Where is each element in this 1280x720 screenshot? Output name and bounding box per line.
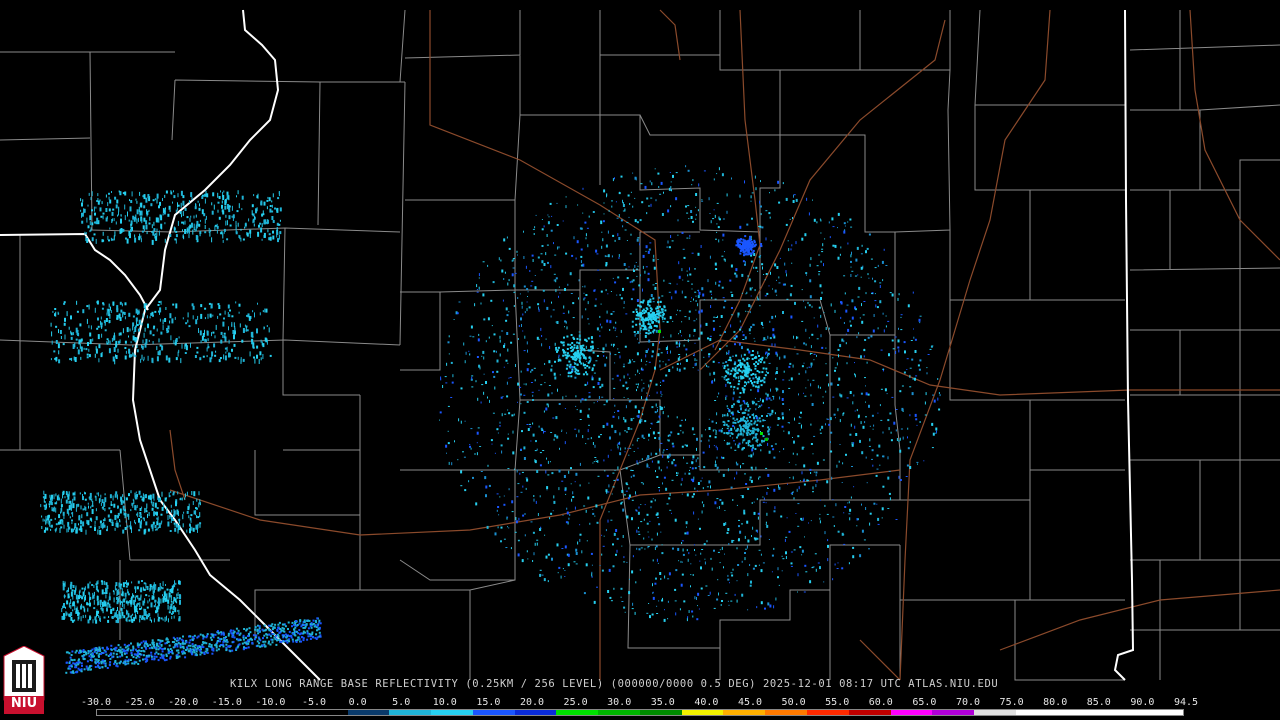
scale-label: -20.0	[168, 697, 199, 708]
colorbar-segment	[347, 710, 390, 715]
colorbar-segment	[180, 710, 223, 715]
colorbar-segment	[472, 710, 515, 715]
colorbar-segment	[848, 710, 891, 715]
county-boundaries	[0, 9, 1280, 681]
colorbar-segment	[1015, 710, 1058, 715]
scale-label: -15.0	[211, 697, 242, 708]
colorbar-segment	[389, 710, 432, 715]
state-boundaries	[0, 9, 1135, 681]
scale-label: -5.0	[301, 697, 327, 708]
scale-label: 20.0	[519, 697, 545, 708]
scale-label: 75.0	[999, 697, 1024, 708]
reflectivity-colorbar	[96, 709, 1184, 716]
colorbar-segment	[598, 710, 640, 715]
colorbar-segment	[556, 710, 599, 715]
colorbar-segment	[138, 710, 181, 715]
colorbar-segment	[974, 710, 1016, 715]
colorbar-segment	[1057, 710, 1100, 715]
scale-label: 25.0	[563, 697, 588, 708]
colorbar-segment	[264, 710, 306, 715]
scale-label: 70.0	[955, 697, 981, 708]
colorbar-segment	[723, 710, 766, 715]
scale-label: 50.0	[781, 697, 806, 708]
colorbar-segment	[639, 710, 682, 715]
scale-label: 35.0	[650, 697, 675, 708]
colorbar-segment	[681, 710, 724, 715]
scale-label: 10.0	[432, 697, 457, 708]
colorbar-segment	[1141, 710, 1183, 715]
scale-label: 40.0	[694, 697, 719, 708]
colorbar-segment	[807, 710, 849, 715]
scale-label: -10.0	[255, 697, 286, 708]
scale-label: -25.0	[124, 697, 155, 708]
scale-label: 15.0	[476, 697, 501, 708]
scale-label: 94.5	[1173, 697, 1199, 708]
scale-label: 0.0	[348, 697, 367, 708]
reflectivity-scale-labels: -30.0 -25.0 -20.0 -15.0 -10.0 -5.0 0.0 5.0 10.0 1…	[81, 697, 1198, 709]
scale-label: 60.0	[868, 697, 893, 708]
scale-label: 45.0	[737, 697, 763, 708]
scale-label: 85.0	[1086, 697, 1111, 708]
scale-label: -30.0	[80, 697, 112, 708]
colorbar-segment	[932, 710, 975, 715]
colorbar-segment	[1099, 710, 1142, 715]
highways	[169, 9, 1280, 681]
colorbar-segment	[765, 710, 808, 715]
radar-echoes	[40, 165, 941, 674]
radar-map	[0, 9, 1280, 681]
scale-label: 5.0	[392, 697, 411, 708]
niu-logo-text: NIU	[10, 696, 38, 711]
scale-label: 30.0	[607, 697, 632, 708]
colorbar-segment	[305, 710, 348, 715]
scale-label: 80.0	[1043, 697, 1068, 708]
colorbar-segment	[431, 710, 473, 715]
scale-label: 90.0	[1130, 697, 1155, 708]
scale-label: 55.0	[825, 697, 850, 708]
scale-label: 65.0	[912, 697, 937, 708]
colorbar-segment	[222, 710, 265, 715]
product-caption: KILX LONG RANGE BASE REFLECTIVITY (0.25K…	[230, 678, 999, 690]
colorbar-segment	[890, 710, 933, 715]
colorbar-segment	[514, 710, 557, 715]
colorbar-segment	[97, 710, 139, 715]
